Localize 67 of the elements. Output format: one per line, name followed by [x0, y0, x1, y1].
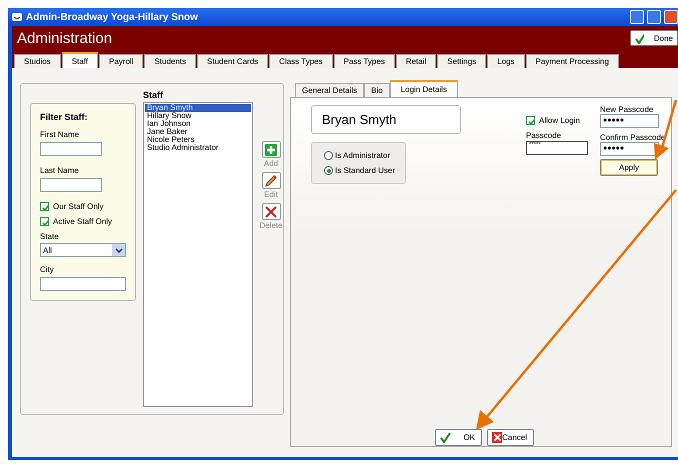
- field-label: Confirm Passcode: [600, 133, 666, 142]
- add-button[interactable]: [262, 141, 280, 158]
- radio-button[interactable]: [324, 166, 333, 175]
- tab[interactable]: Class Types: [269, 54, 333, 68]
- checkbox-label: Allow Login: [539, 116, 580, 125]
- caret-icon: [112, 244, 125, 256]
- tab[interactable]: Payroll: [99, 54, 144, 68]
- tab[interactable]: Pass Types: [334, 54, 395, 68]
- checkbox-label: Our Staff Only: [53, 202, 104, 211]
- tab[interactable]: Staff: [62, 52, 98, 68]
- filter-title: Filter Staff:: [40, 112, 89, 122]
- staff-name: Bryan Smyth: [311, 105, 461, 134]
- tab[interactable]: Bio: [364, 83, 390, 97]
- page-title: Administration: [16, 29, 112, 47]
- tab[interactable]: Login Details: [390, 80, 458, 97]
- cancel-button[interactable]: Cancel: [487, 429, 534, 446]
- delete-button[interactable]: [262, 203, 280, 220]
- field-label: New Passcode: [600, 105, 654, 114]
- list-item[interactable]: Nicole Peters: [145, 136, 251, 144]
- tab[interactable]: Settings: [437, 54, 486, 68]
- list-item[interactable]: Jane Baker: [145, 128, 251, 136]
- tab[interactable]: Students: [144, 54, 196, 68]
- list-title: Staff: [143, 90, 164, 102]
- window-title: Admin-Broadway Yoga-Hillary Snow: [26, 12, 199, 22]
- x-icon: [264, 204, 278, 218]
- checkbox-label: Active Staff Only: [53, 217, 112, 226]
- state-dropdown[interactable]: All: [40, 243, 126, 257]
- checkbox[interactable]: [40, 202, 49, 211]
- minimize-icon[interactable]: [630, 10, 644, 24]
- field-label: First Name: [40, 130, 80, 139]
- input-field[interactable]: [40, 178, 102, 192]
- tab[interactable]: Studios: [14, 54, 61, 68]
- list-item[interactable]: Studio Administrator: [145, 144, 251, 152]
- app-icon: [11, 11, 23, 23]
- apply-button[interactable]: Apply: [600, 159, 658, 176]
- checkmark-icon: [440, 432, 451, 443]
- field-label: State: [40, 232, 60, 241]
- x-icon: [492, 432, 502, 443]
- list-item[interactable]: Hillary Snow: [145, 112, 251, 120]
- list-item[interactable]: Bryan Smyth: [145, 104, 251, 112]
- tab[interactable]: Student Cards: [197, 54, 268, 68]
- edit-button[interactable]: [262, 172, 280, 189]
- field-label: City: [40, 265, 55, 274]
- tab[interactable]: Logs: [487, 54, 525, 68]
- radio-label: Is Administrator: [335, 151, 390, 160]
- field-label: Passcode: [526, 131, 562, 140]
- radio-button[interactable]: [324, 151, 333, 160]
- tab[interactable]: Retail: [396, 54, 436, 68]
- done-button[interactable]: Done: [630, 30, 678, 46]
- checkbox[interactable]: [526, 116, 535, 125]
- field-label: Last Name: [40, 166, 80, 175]
- input-field[interactable]: [40, 277, 126, 291]
- ok-button[interactable]: OK: [435, 429, 482, 446]
- checkmark-icon: [635, 32, 644, 44]
- radio-label: Is Standard User: [335, 166, 396, 175]
- list-item[interactable]: Ian Johnson: [145, 120, 251, 128]
- checkbox[interactable]: [40, 217, 49, 226]
- tab[interactable]: General Details: [295, 83, 364, 97]
- pencil-icon: [264, 174, 278, 188]
- close-icon[interactable]: [664, 10, 678, 24]
- plus-icon: [264, 142, 278, 156]
- tab[interactable]: Payment Processing: [526, 54, 619, 68]
- input-field[interactable]: [40, 142, 102, 156]
- button-label: Add: [264, 159, 278, 168]
- button-label: Edit: [264, 190, 278, 199]
- maximize-icon[interactable]: [647, 10, 661, 24]
- button-label: Delete: [259, 221, 283, 230]
